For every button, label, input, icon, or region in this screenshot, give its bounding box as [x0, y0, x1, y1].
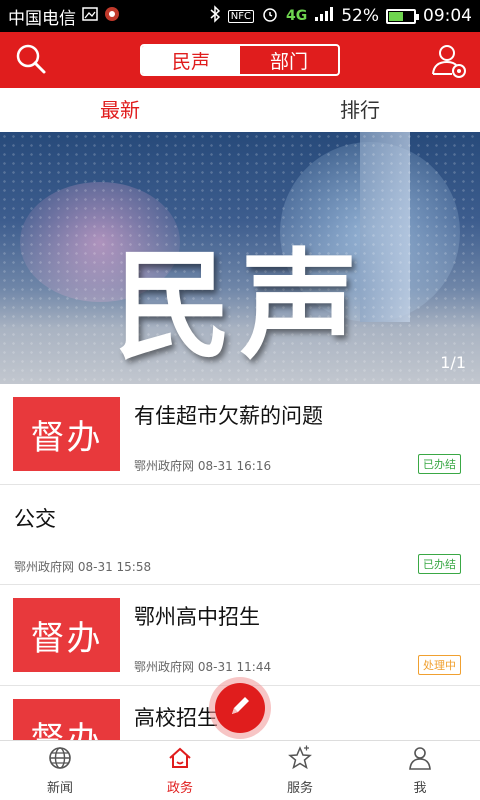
clock-time: 09:04: [423, 6, 472, 26]
item-time: 08-31 16:16: [197, 459, 272, 473]
item-title: 高校招生: [134, 706, 218, 730]
user-settings-icon[interactable]: [430, 42, 468, 78]
item-thumbnail: 督办: [13, 598, 120, 672]
item-meta: 鄂州政府网 08-31 16:16: [134, 457, 271, 474]
item-source: 鄂州政府网: [14, 560, 75, 574]
item-source: 鄂州政府网: [134, 459, 195, 473]
nav-label: 政务: [166, 781, 193, 796]
banner-title: 民声: [113, 236, 366, 375]
star-icon: [287, 745, 313, 775]
image-notification-icon: [82, 6, 98, 27]
item-time: 08-31 15:58: [77, 560, 152, 574]
item-source: 鄂州政府网: [134, 660, 195, 674]
nav-government[interactable]: 政务: [120, 741, 240, 800]
nfc-icon: NFC: [227, 9, 254, 23]
item-time: 08-31 11:44: [197, 660, 272, 674]
network-type-label: 4G: [285, 8, 308, 24]
fab-inner: [215, 683, 265, 733]
person-icon: [407, 745, 433, 775]
bluetooth-icon: [209, 4, 221, 28]
segment-minsheng[interactable]: 民声: [142, 46, 240, 74]
battery-percent: 52%: [341, 6, 379, 26]
nav-news[interactable]: 新闻: [0, 741, 120, 800]
tab-ranking[interactable]: 排行: [240, 88, 480, 132]
segment-bumen[interactable]: 部门: [240, 46, 338, 74]
item-thumbnail: 督办: [13, 699, 120, 740]
compose-button[interactable]: [209, 677, 271, 739]
nav-label: 我: [413, 781, 427, 796]
list-item[interactable]: 公交 鄂州政府网 08-31 15:58 已办结: [0, 485, 480, 585]
nav-label: 服务: [286, 781, 313, 796]
app-notification-icon: [104, 6, 120, 27]
pencil-icon: [227, 693, 253, 723]
search-icon[interactable]: [14, 42, 48, 76]
segment-control: 民声 部门: [140, 44, 340, 76]
app-header: 民声 部门: [0, 32, 480, 88]
carrier-label: 中国电信: [8, 8, 76, 29]
item-title: 公交: [14, 507, 56, 531]
globe-icon: [47, 745, 73, 775]
status-badge: 处理中: [418, 655, 461, 675]
tab-latest[interactable]: 最新: [0, 88, 240, 132]
item-thumbnail: 督办: [13, 397, 120, 471]
status-badge: 已办结: [418, 554, 461, 574]
sub-tabs: 最新 排行: [0, 88, 480, 132]
nav-me[interactable]: 我: [360, 741, 480, 800]
status-badge: 已办结: [418, 454, 461, 474]
battery-icon: [386, 8, 419, 24]
signal-icon: [314, 6, 334, 27]
bottom-nav: 新闻 政务 服务 我: [0, 740, 480, 800]
home-icon: [167, 745, 193, 775]
alarm-icon: [261, 5, 279, 28]
item-meta: 鄂州政府网 08-31 11:44: [134, 658, 271, 675]
status-bar: 中国电信 NFC 4G 52% 09:04: [0, 0, 480, 32]
banner-carousel[interactable]: 民声 1/1: [0, 132, 480, 384]
list-item[interactable]: 督办 鄂州高中招生 鄂州政府网 08-31 11:44 处理中: [0, 585, 480, 686]
item-title: 鄂州高中招生: [134, 605, 260, 629]
nav-service[interactable]: 服务: [240, 741, 360, 800]
nav-label: 新闻: [46, 781, 73, 796]
banner-pager: 1/1: [440, 353, 466, 372]
item-title: 有佳超市欠薪的问题: [134, 404, 323, 428]
list-item[interactable]: 督办 有佳超市欠薪的问题 鄂州政府网 08-31 16:16 已办结: [0, 384, 480, 485]
item-meta: 鄂州政府网 08-31 15:58: [14, 558, 151, 575]
